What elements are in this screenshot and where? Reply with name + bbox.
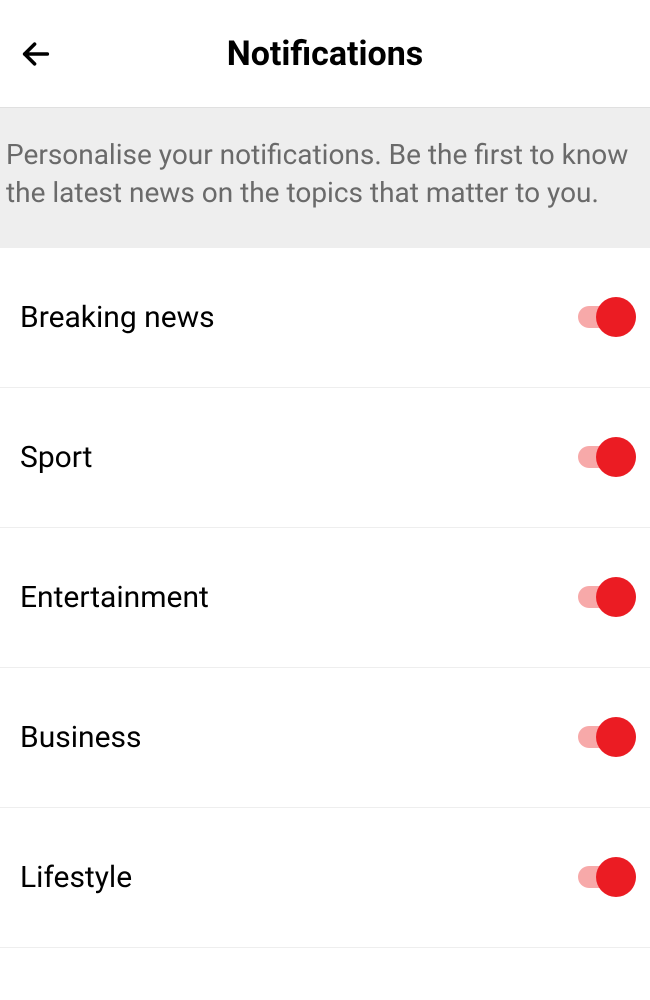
list-item-breaking-news: Breaking news	[0, 248, 650, 388]
list-item-label: Business	[20, 720, 141, 755]
description-section: Personalise your notifications. Be the f…	[0, 108, 650, 248]
list-item-entertainment: Entertainment	[0, 528, 650, 668]
notification-list: Breaking news Sport Entertainment Busine…	[0, 248, 650, 948]
list-item-lifestyle: Lifestyle	[0, 808, 650, 948]
toggle-breaking-news[interactable]	[578, 296, 636, 338]
list-item-label: Sport	[20, 440, 92, 475]
list-item-sport: Sport	[0, 388, 650, 528]
toggle-entertainment[interactable]	[578, 576, 636, 618]
page-title: Notifications	[0, 34, 650, 74]
toggle-thumb	[596, 857, 636, 897]
header: Notifications	[0, 0, 650, 108]
list-item-label: Entertainment	[20, 580, 209, 615]
toggle-business[interactable]	[578, 716, 636, 758]
toggle-thumb	[596, 437, 636, 477]
list-item-business: Business	[0, 668, 650, 808]
list-item-label: Lifestyle	[20, 860, 132, 895]
toggle-thumb	[596, 577, 636, 617]
toggle-thumb	[596, 297, 636, 337]
toggle-thumb	[596, 717, 636, 757]
list-item-label: Breaking news	[20, 300, 215, 335]
back-arrow-icon	[19, 37, 53, 71]
description-text: Personalise your notifications. Be the f…	[6, 136, 644, 212]
toggle-lifestyle[interactable]	[578, 856, 636, 898]
back-button[interactable]	[12, 30, 60, 78]
toggle-sport[interactable]	[578, 436, 636, 478]
